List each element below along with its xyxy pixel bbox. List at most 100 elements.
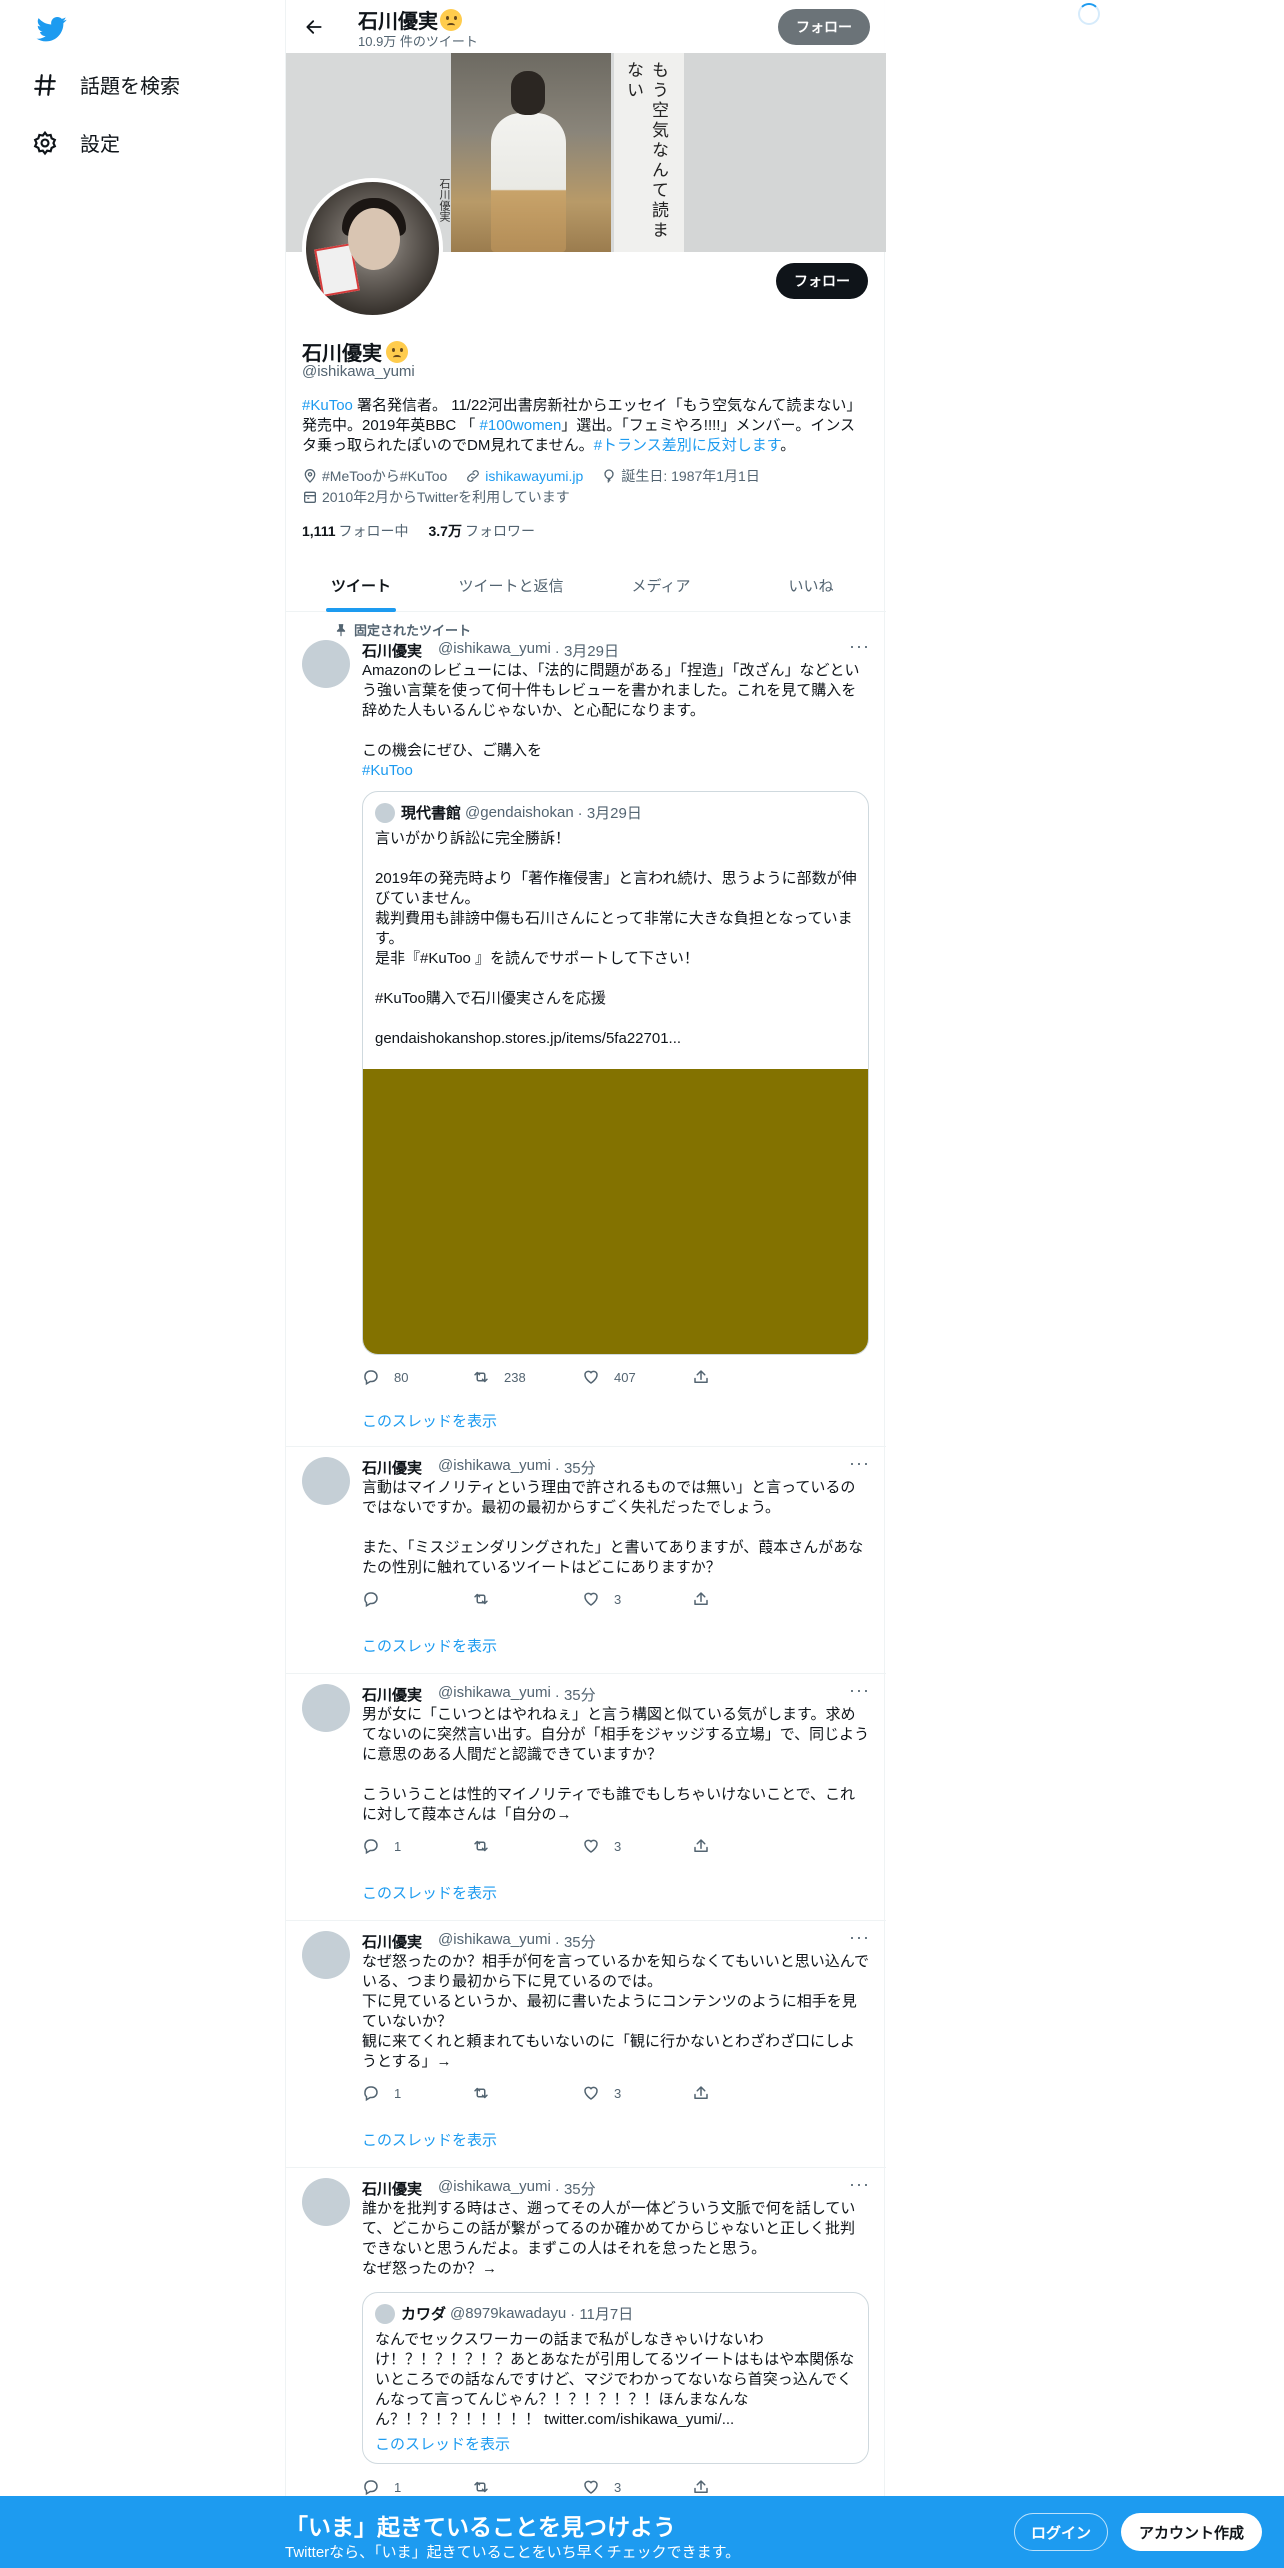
bio-hashtag-kutoo[interactable]: #KuToo bbox=[302, 397, 353, 414]
tweet-author-name[interactable]: 石川優実 bbox=[362, 2178, 422, 2199]
signup-bottom-bar: 「いま」起きていることを見つけよう Twitterなら、「いま」起きていることを… bbox=[0, 2496, 1284, 2568]
tab-tweets-replies[interactable]: ツイートと返信 bbox=[436, 559, 586, 611]
tweet-author-handle: @ishikawa_yumi bbox=[438, 1931, 551, 1948]
following-link[interactable]: 1,111 フォロー中 bbox=[302, 521, 409, 541]
reply-button[interactable]: 1 bbox=[362, 2478, 472, 2496]
reply-button[interactable]: 1 bbox=[362, 2084, 472, 2102]
show-thread-link[interactable]: このスレッドを表示 bbox=[362, 1410, 497, 1431]
tweet-avatar[interactable] bbox=[302, 1931, 350, 1979]
retweet-button[interactable] bbox=[472, 1590, 582, 1608]
quote-show-thread-link[interactable]: このスレッドを表示 bbox=[375, 2435, 858, 2455]
tweet[interactable]: 石川優実 @ishikawa_yumi · 35分 ··· 言動はマイノリティと… bbox=[286, 1447, 886, 1674]
tweet-author-name[interactable]: 石川優実 bbox=[362, 640, 422, 661]
quote-header: カワダ @8979kawadayu · 11月7日 bbox=[375, 2303, 633, 2324]
share-icon bbox=[694, 1592, 708, 1605]
twitter-bird-icon[interactable] bbox=[34, 14, 70, 44]
tweet-avatar[interactable] bbox=[302, 2178, 350, 2226]
more-options-icon[interactable]: ··· bbox=[849, 1680, 870, 1701]
like-button[interactable]: 3 bbox=[582, 2478, 692, 2496]
back-button[interactable] bbox=[300, 13, 328, 41]
tweet-time[interactable]: · 35分 bbox=[555, 1457, 596, 1478]
quote-text: 言いがかり訴訟に完全勝訴！ 2019年の発売時より「著作権侵害」と言われ続け、思… bbox=[375, 830, 857, 1047]
login-button[interactable]: ログイン bbox=[1014, 2513, 1109, 2551]
nav-explore[interactable]: 話題を検索 bbox=[32, 70, 180, 99]
like-button[interactable]: 3 bbox=[582, 1590, 692, 1608]
show-thread-link[interactable]: このスレッドを表示 bbox=[362, 2129, 497, 2150]
tweet-author-name[interactable]: 石川優実 bbox=[362, 1931, 422, 1952]
quote-author-name: カワダ bbox=[401, 2306, 447, 2323]
tweet-author-name[interactable]: 石川優実 bbox=[362, 1457, 422, 1478]
main-column: 石川優実 10.9万 件のツイート フォロー もう空気なんて読まない 石川優実 … bbox=[285, 0, 886, 2568]
retweet-icon bbox=[474, 1371, 488, 1383]
quoted-tweet[interactable]: カワダ @8979kawadayu · 11月7日 なんでセックスワーカーの話ま… bbox=[362, 2292, 869, 2464]
more-options-icon[interactable]: ··· bbox=[849, 1453, 870, 1474]
retweet-button[interactable] bbox=[472, 1837, 582, 1855]
header-follow-button[interactable]: フォロー bbox=[778, 9, 870, 45]
share-icon bbox=[694, 2086, 708, 2099]
tweet-avatar[interactable] bbox=[302, 640, 350, 688]
like-button[interactable]: 3 bbox=[582, 2084, 692, 2102]
share-button[interactable] bbox=[692, 1590, 802, 1608]
tweet-time[interactable]: · 3月29日 bbox=[555, 640, 619, 661]
profile-joined: 2010年2月からTwitterを利用しています bbox=[322, 489, 570, 505]
like-button[interactable]: 407 bbox=[582, 1368, 692, 1386]
tweet-time[interactable]: · 35分 bbox=[555, 1684, 596, 1705]
balloon-icon bbox=[604, 469, 615, 483]
reply-icon bbox=[364, 1592, 378, 1608]
tweet-hashtag[interactable]: #KuToo bbox=[362, 762, 413, 779]
tab-likes[interactable]: いいね bbox=[736, 559, 886, 611]
tweet-time[interactable]: · 35分 bbox=[555, 2178, 596, 2199]
tweet-actions: 3 bbox=[362, 1590, 802, 1608]
show-thread-link[interactable]: このスレッドを表示 bbox=[362, 1635, 497, 1656]
bottom-bar-title: 「いま」起きていることを見つけよう bbox=[285, 2514, 676, 2540]
more-options-icon[interactable]: ··· bbox=[849, 636, 870, 657]
share-button[interactable] bbox=[692, 1368, 802, 1386]
tweet[interactable]: 石川優実 @ishikawa_yumi · 35分 ··· 男が女に「こいつとは… bbox=[286, 1674, 886, 1921]
tweet-text: 誰かを批判する時はさ、遡ってその人が一体どういう文脈で何を話していて、どこからこ… bbox=[362, 2200, 856, 2277]
retweet-icon bbox=[474, 2087, 488, 2099]
banner-background bbox=[684, 53, 886, 252]
tweet-header: 石川優実 @ishikawa_yumi · 35分 bbox=[362, 1457, 596, 1478]
reply-icon bbox=[364, 1370, 378, 1386]
reply-button[interactable]: 80 bbox=[362, 1368, 472, 1386]
more-options-icon[interactable]: ··· bbox=[849, 2174, 870, 2195]
retweet-button[interactable] bbox=[472, 2084, 582, 2102]
share-button[interactable] bbox=[692, 2084, 802, 2102]
profile-follow-button[interactable]: フォロー bbox=[776, 263, 868, 299]
tweet-time[interactable]: · 35分 bbox=[555, 1931, 596, 1952]
header-tweet-count: 10.9万 件のツイート bbox=[358, 34, 478, 49]
pleading-face-emoji-icon bbox=[386, 340, 408, 363]
signup-button[interactable]: アカウント作成 bbox=[1121, 2513, 1263, 2551]
reply-icon bbox=[364, 2480, 378, 2496]
tab-media[interactable]: メディア bbox=[586, 559, 736, 611]
followers-link[interactable]: 3.7万 フォロワー bbox=[429, 521, 535, 541]
quote-media-image[interactable] bbox=[363, 1069, 868, 1354]
reply-button[interactable] bbox=[362, 1590, 472, 1608]
profile-avatar[interactable] bbox=[302, 178, 443, 319]
share-button[interactable] bbox=[692, 1837, 802, 1855]
quoted-tweet[interactable]: 現代書館 @gendaishokan · 3月29日 言いがかり訴訟に完全勝訴！… bbox=[362, 791, 869, 1355]
profile-header-bar: 石川優実 10.9万 件のツイート フォロー bbox=[286, 0, 886, 53]
tweet-avatar[interactable] bbox=[302, 1457, 350, 1505]
tweet[interactable]: 石川優実 @ishikawa_yumi · 35分 ··· なぜ怒ったのか？相手… bbox=[286, 1921, 886, 2168]
tweet-author-name[interactable]: 石川優実 bbox=[362, 1684, 422, 1705]
tweet-avatar[interactable] bbox=[302, 1684, 350, 1732]
like-button[interactable]: 3 bbox=[582, 1837, 692, 1855]
tweet-text: Amazonのレビューには、「法的に問題がある」「捏造」「改ざん」などという強い… bbox=[362, 662, 860, 779]
bio-hashtag-100women[interactable]: #100women bbox=[475, 417, 562, 434]
tweet-header: 石川優実 @ishikawa_yumi · 35分 bbox=[362, 2178, 596, 2199]
nav-settings[interactable]: 設定 bbox=[32, 128, 120, 157]
profile-website-link[interactable]: ishikawayumi.jp bbox=[485, 466, 583, 486]
retweet-button[interactable]: 238 bbox=[472, 1368, 582, 1386]
share-button[interactable] bbox=[692, 2478, 802, 2496]
retweet-icon bbox=[474, 2481, 488, 2493]
reply-icon bbox=[364, 2086, 378, 2102]
reply-button[interactable]: 1 bbox=[362, 1837, 472, 1855]
more-options-icon[interactable]: ··· bbox=[849, 1927, 870, 1948]
show-thread-link[interactable]: このスレッドを表示 bbox=[362, 1882, 497, 1903]
bio-hashtag-trans[interactable]: #トランス差別に反対します bbox=[594, 437, 781, 454]
bottom-bar-subtitle: Twitterなら、「いま」起きていることをいち早くチェックできます。 bbox=[285, 2544, 741, 2561]
tweet-pinned[interactable]: 固定されたツイート 石川優実 @ishikawa_yumi · 3月29日 ··… bbox=[286, 613, 886, 1447]
tab-tweets[interactable]: ツイート bbox=[286, 559, 436, 612]
retweet-button[interactable] bbox=[472, 2478, 582, 2496]
